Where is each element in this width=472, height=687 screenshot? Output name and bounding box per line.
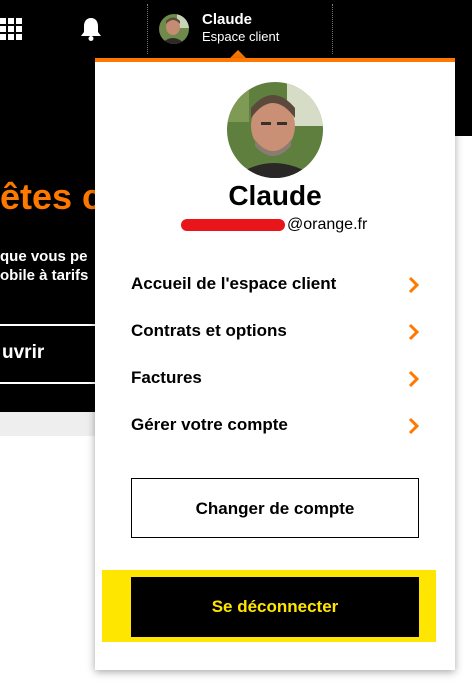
switch-account-label: Changer de compte [195, 499, 355, 518]
promo-text: que vous pe [0, 248, 88, 265]
background-promo-banner: êtes c que vous pe obile à tarifs uvrir [0, 136, 100, 436]
menu-item-label: Factures [131, 368, 202, 387]
background-grey-band [0, 412, 100, 436]
chevron-right-icon [408, 417, 420, 435]
switch-account-button[interactable]: Changer de compte [131, 478, 419, 538]
menu-item-label: Gérer votre compte [131, 415, 288, 434]
menu-item-label: Accueil de l'espace client [131, 274, 337, 293]
account-user-name: Claude [202, 11, 253, 28]
bell-icon[interactable] [79, 16, 103, 42]
account-subtitle: Espace client [202, 29, 280, 44]
profile-photo [227, 82, 323, 178]
menu-item-factures[interactable]: Factures [131, 356, 421, 403]
menu-item-accueil[interactable]: Accueil de l'espace client [131, 262, 421, 309]
profile-name: Claude [228, 180, 322, 211]
email-domain: @orange.fr [287, 216, 368, 233]
nav-separator [147, 4, 148, 54]
user-avatar [159, 14, 189, 44]
promo-headline: êtes c [0, 176, 100, 217]
menu-item-label: Contrats et options [131, 321, 287, 340]
account-dropdown-panel: Claude @orange.fr Accueil de l'espace cl… [95, 58, 455, 670]
email-redaction [181, 218, 285, 231]
logout-button[interactable]: Se déconnecter [131, 577, 419, 637]
chevron-right-icon [408, 370, 420, 388]
chevron-right-icon [408, 276, 420, 294]
profile-email: @orange.fr [181, 216, 367, 238]
apps-grid-icon[interactable] [0, 18, 24, 40]
chevron-right-icon [408, 323, 420, 341]
account-menu: Accueil de l'espace client Contrats et o… [131, 262, 421, 450]
promo-text: obile à tarifs [0, 267, 89, 284]
menu-item-gerer-compte[interactable]: Gérer votre compte [131, 403, 421, 450]
logout-label: Se déconnecter [211, 597, 339, 616]
discover-button-label: uvrir [2, 342, 45, 363]
dropdown-caret [230, 50, 246, 58]
account-menu-button[interactable]: Claude Espace client [149, 4, 332, 54]
menu-item-contrats[interactable]: Contrats et options [131, 309, 421, 356]
nav-separator [332, 4, 333, 54]
discover-button[interactable]: uvrir [0, 324, 100, 384]
